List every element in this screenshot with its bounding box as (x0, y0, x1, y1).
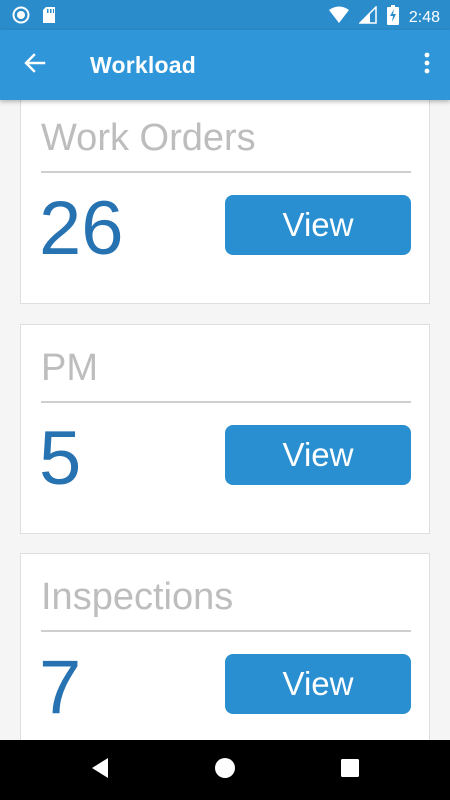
system-recents-button[interactable] (338, 758, 362, 782)
recents-square-icon (340, 758, 360, 783)
view-inspections-button[interactable]: View (225, 654, 411, 714)
card-count: 7 (39, 645, 82, 730)
more-vert-icon (424, 52, 430, 79)
status-left-icons (12, 6, 56, 29)
card-count: 26 (39, 186, 124, 271)
system-nav-bar (0, 740, 450, 800)
app-bar: Workload (0, 30, 450, 100)
arrow-left-icon (24, 52, 46, 79)
card-divider (41, 171, 411, 173)
page-title: Workload (90, 52, 196, 78)
sd-card-icon (42, 6, 56, 29)
system-home-button[interactable] (213, 757, 237, 784)
home-circle-icon (214, 757, 236, 784)
card-title: PM (41, 347, 98, 389)
card-divider (41, 630, 411, 632)
view-work-orders-button[interactable]: View (225, 195, 411, 255)
signal-icon (358, 5, 377, 29)
sync-icon (12, 6, 30, 29)
work-orders-card: Work Orders 26 View (20, 100, 430, 304)
back-button[interactable] (20, 50, 50, 80)
view-pm-button[interactable]: View (225, 425, 411, 485)
back-triangle-icon (90, 757, 110, 784)
overflow-menu-button[interactable] (420, 50, 434, 80)
status-bar: 2:48 (0, 0, 450, 30)
status-right-icons: 2:48 (328, 5, 440, 30)
card-divider (41, 401, 411, 403)
pm-card: PM 5 View (20, 324, 430, 534)
status-time: 2:48 (408, 8, 440, 26)
card-title: Work Orders (41, 117, 256, 159)
card-title: Inspections (41, 576, 234, 618)
system-back-button[interactable] (88, 757, 112, 784)
battery-charging-icon (386, 5, 399, 30)
wifi-icon (328, 6, 349, 29)
workload-list[interactable]: Work Orders 26 View PM 5 View Inspection… (0, 100, 450, 740)
inspections-card: Inspections 7 View (20, 553, 430, 740)
card-count: 5 (39, 416, 82, 501)
